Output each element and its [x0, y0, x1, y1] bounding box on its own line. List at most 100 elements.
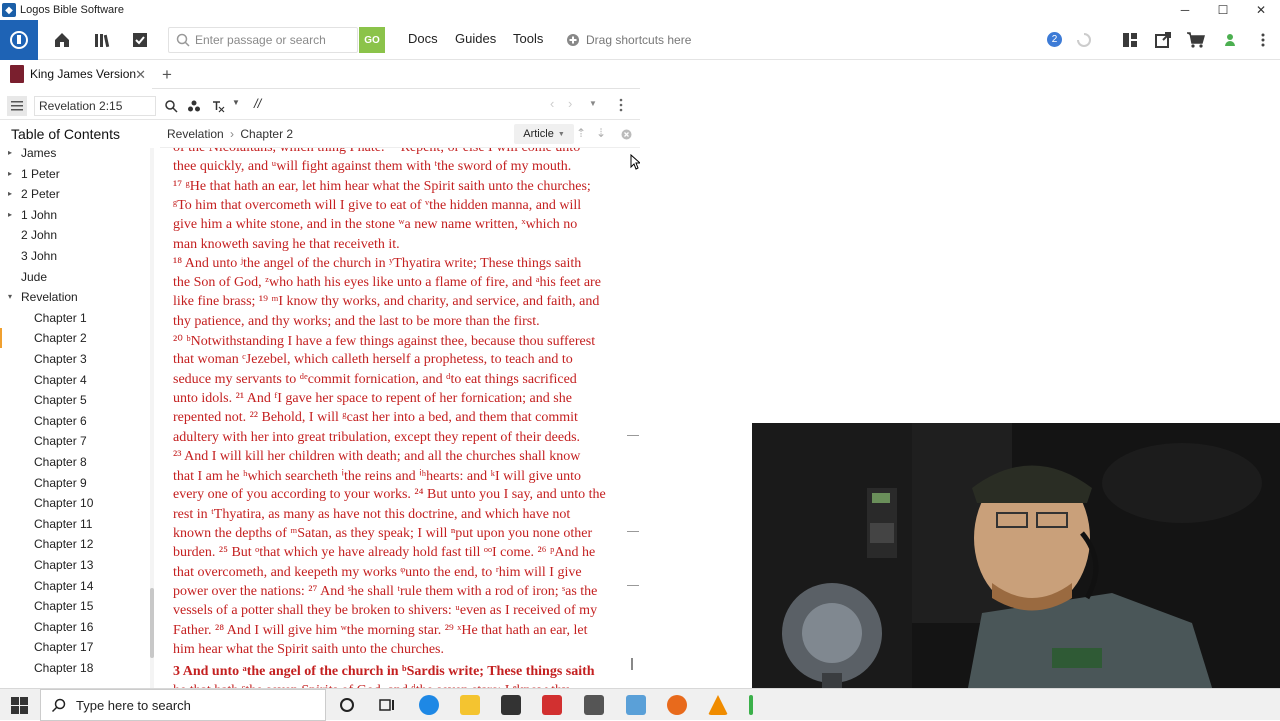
library-icon[interactable]: [92, 30, 112, 50]
toc-item[interactable]: ▸ James: [0, 148, 150, 163]
add-tab-button[interactable]: +: [162, 65, 172, 85]
parallel-resources-button[interactable]: //: [254, 96, 261, 111]
toc-item[interactable]: Chapter 6: [0, 411, 150, 431]
scripture-line[interactable]: man knoweth saving he that receiveth it.: [173, 237, 400, 253]
toc-item[interactable]: Chapter 17: [0, 637, 150, 657]
close-circle-icon[interactable]: [621, 129, 632, 140]
toc-item[interactable]: Chapter 11: [0, 514, 150, 534]
toc-item[interactable]: Chapter 9: [0, 473, 150, 493]
notification-badge[interactable]: 2: [1047, 32, 1062, 47]
chevron-right-icon[interactable]: ▸: [8, 184, 12, 204]
toc-item[interactable]: ▸ 1 John: [0, 205, 150, 225]
toc-item[interactable]: ▾ Revelation: [0, 287, 150, 307]
task-view-icon[interactable]: [379, 697, 395, 713]
mail-icon[interactable]: [584, 695, 604, 715]
active-app-indicator[interactable]: [749, 695, 753, 715]
scripture-line[interactable]: ¹⁸ And unto ʲthe angel of the church in …: [173, 256, 581, 272]
scripture-line[interactable]: rest in ᵗThyatira, as many as have not t…: [173, 507, 570, 523]
toc-item[interactable]: Chapter 14: [0, 576, 150, 596]
scripture-line[interactable]: thy patience, and thy works; and the las…: [173, 314, 540, 330]
scripture-line[interactable]: adultery with her into great tribulation…: [173, 430, 580, 446]
maximize-button[interactable]: ☐: [1204, 0, 1242, 20]
history-forward-icon[interactable]: ›: [568, 96, 572, 111]
panel-more-icon[interactable]: [619, 98, 623, 112]
view-mode-select[interactable]: Article ▼: [514, 124, 574, 144]
toc-item[interactable]: Chapter 13: [0, 555, 150, 575]
gift-app-icon[interactable]: [542, 695, 562, 715]
arrow-up-icon[interactable]: ⇡: [576, 126, 586, 140]
toc-item[interactable]: Chapter 3: [0, 349, 150, 369]
chevron-right-icon[interactable]: ▸: [8, 164, 12, 184]
scripture-line[interactable]: that overcometh, and keepeth my works ᵠu…: [173, 565, 582, 581]
scripture-line[interactable]: give him a white stone, and in the stone…: [173, 217, 577, 233]
taskbar-search-box[interactable]: Type here to search: [40, 689, 326, 721]
scroll-thumb[interactable]: [631, 658, 633, 670]
scripture-line[interactable]: 3 And unto ᵃthe angel of the church in ᵇ…: [173, 664, 595, 680]
text-comparison-icon[interactable]: [211, 99, 225, 113]
scripture-line[interactable]: known the depths of ᵐSatan, as they spea…: [173, 526, 592, 542]
toc-scrollbar[interactable]: [150, 148, 154, 688]
history-back-icon[interactable]: ‹: [550, 96, 554, 111]
chevron-down-icon[interactable]: ▾: [8, 287, 12, 307]
scripture-line[interactable]: repented not. ²² Behold, I will ᵍcast he…: [173, 410, 578, 426]
cart-icon[interactable]: [1186, 30, 1206, 50]
close-window-button[interactable]: ✕: [1242, 0, 1280, 20]
user-status-icon[interactable]: [1220, 30, 1240, 50]
toc-item[interactable]: Chapter 2: [0, 328, 150, 349]
scripture-line[interactable]: him hear what the Spirit saith unto the …: [173, 642, 444, 658]
edge-browser-icon[interactable]: [419, 695, 439, 715]
toc-item[interactable]: Jude: [0, 267, 150, 287]
scripture-line[interactable]: thee quickly, and ᵘwill fight against th…: [173, 159, 571, 175]
scripture-line[interactable]: that I am he ʰwhich searcheth ⁱthe reins…: [173, 468, 581, 485]
toc-item[interactable]: Chapter 16: [0, 617, 150, 637]
scripture-text[interactable]: of the Nicolaitans, which thing I hate. …: [166, 148, 616, 688]
toc-item[interactable]: Chapter 7: [0, 431, 150, 451]
windows-start-icon[interactable]: [11, 697, 28, 714]
scripture-line[interactable]: Father. ²⁸ And I will give him ʷthe morn…: [173, 623, 588, 639]
layouts-icon[interactable]: [1120, 30, 1140, 50]
passage-search-box[interactable]: [168, 27, 358, 53]
chevron-right-icon[interactable]: ▸: [8, 148, 12, 163]
home-icon[interactable]: [52, 30, 72, 50]
visual-filter-icon[interactable]: [187, 99, 201, 113]
scripture-line[interactable]: ²⁰ ᵇNotwithstanding I have a few things …: [173, 333, 595, 350]
scripture-line[interactable]: power over the nations: ²⁷ And ˢhe shall…: [173, 584, 597, 600]
scripture-line[interactable]: unto idols. ²¹ And ᶠI gave her space to …: [173, 391, 572, 407]
toc-item[interactable]: Chapter 8: [0, 452, 150, 472]
logos-logo-button[interactable]: [0, 20, 38, 60]
toc-item[interactable]: Chapter 1: [0, 308, 150, 328]
notes-app-icon[interactable]: [626, 695, 646, 715]
toc-item[interactable]: 3 John: [0, 246, 150, 266]
tab-close-icon[interactable]: ✕: [135, 67, 146, 83]
vlc-icon[interactable]: [708, 695, 728, 715]
toc-item[interactable]: Chapter 10: [0, 493, 150, 513]
firefox-icon[interactable]: [667, 695, 687, 715]
reference-box[interactable]: [34, 96, 156, 116]
toc-item[interactable]: Chapter 4: [0, 370, 150, 390]
shortcut-bar[interactable]: Drag shortcuts here: [566, 33, 691, 47]
tab-king-james-version[interactable]: King James Version ✕: [0, 61, 152, 89]
store-icon[interactable]: [501, 695, 521, 715]
scripture-line[interactable]: like fine brass; ¹⁹ ᵐI know thy works, a…: [173, 294, 599, 310]
breadcrumb-chapter[interactable]: Chapter 2: [240, 127, 293, 141]
scripture-line[interactable]: the Son of God, ᶻwho hath his eyes like …: [173, 275, 601, 291]
chevron-right-icon[interactable]: ▸: [8, 205, 12, 225]
minimize-button[interactable]: ─: [1166, 0, 1204, 20]
scripture-line[interactable]: ²³ And I will kill her children with dea…: [173, 449, 580, 465]
cortana-icon[interactable]: [339, 697, 355, 713]
toc-scrollbar-thumb[interactable]: [150, 588, 154, 658]
sync-icon[interactable]: [1074, 30, 1094, 50]
toc-item[interactable]: ▸ 2 Peter: [0, 184, 150, 204]
toc-item[interactable]: Chapter 15: [0, 596, 150, 616]
search-icon[interactable]: [164, 99, 178, 113]
scripture-line[interactable]: of the Nicolaitans, which thing I hate. …: [173, 148, 580, 156]
toc-item[interactable]: Chapter 12: [0, 534, 150, 554]
scripture-line[interactable]: seduce my servants to ᵈᵉcommit fornicati…: [173, 372, 577, 388]
arrow-down-icon[interactable]: ⇣: [596, 126, 606, 140]
toc-item[interactable]: ▸ 1 Peter: [0, 164, 150, 184]
reference-input[interactable]: [35, 99, 150, 113]
toc-item[interactable]: Chapter 5: [0, 390, 150, 410]
more-options-icon[interactable]: [1253, 30, 1273, 50]
scripture-line[interactable]: vessels of a potter shall they be broken…: [173, 603, 597, 619]
open-window-icon[interactable]: [1153, 30, 1173, 50]
